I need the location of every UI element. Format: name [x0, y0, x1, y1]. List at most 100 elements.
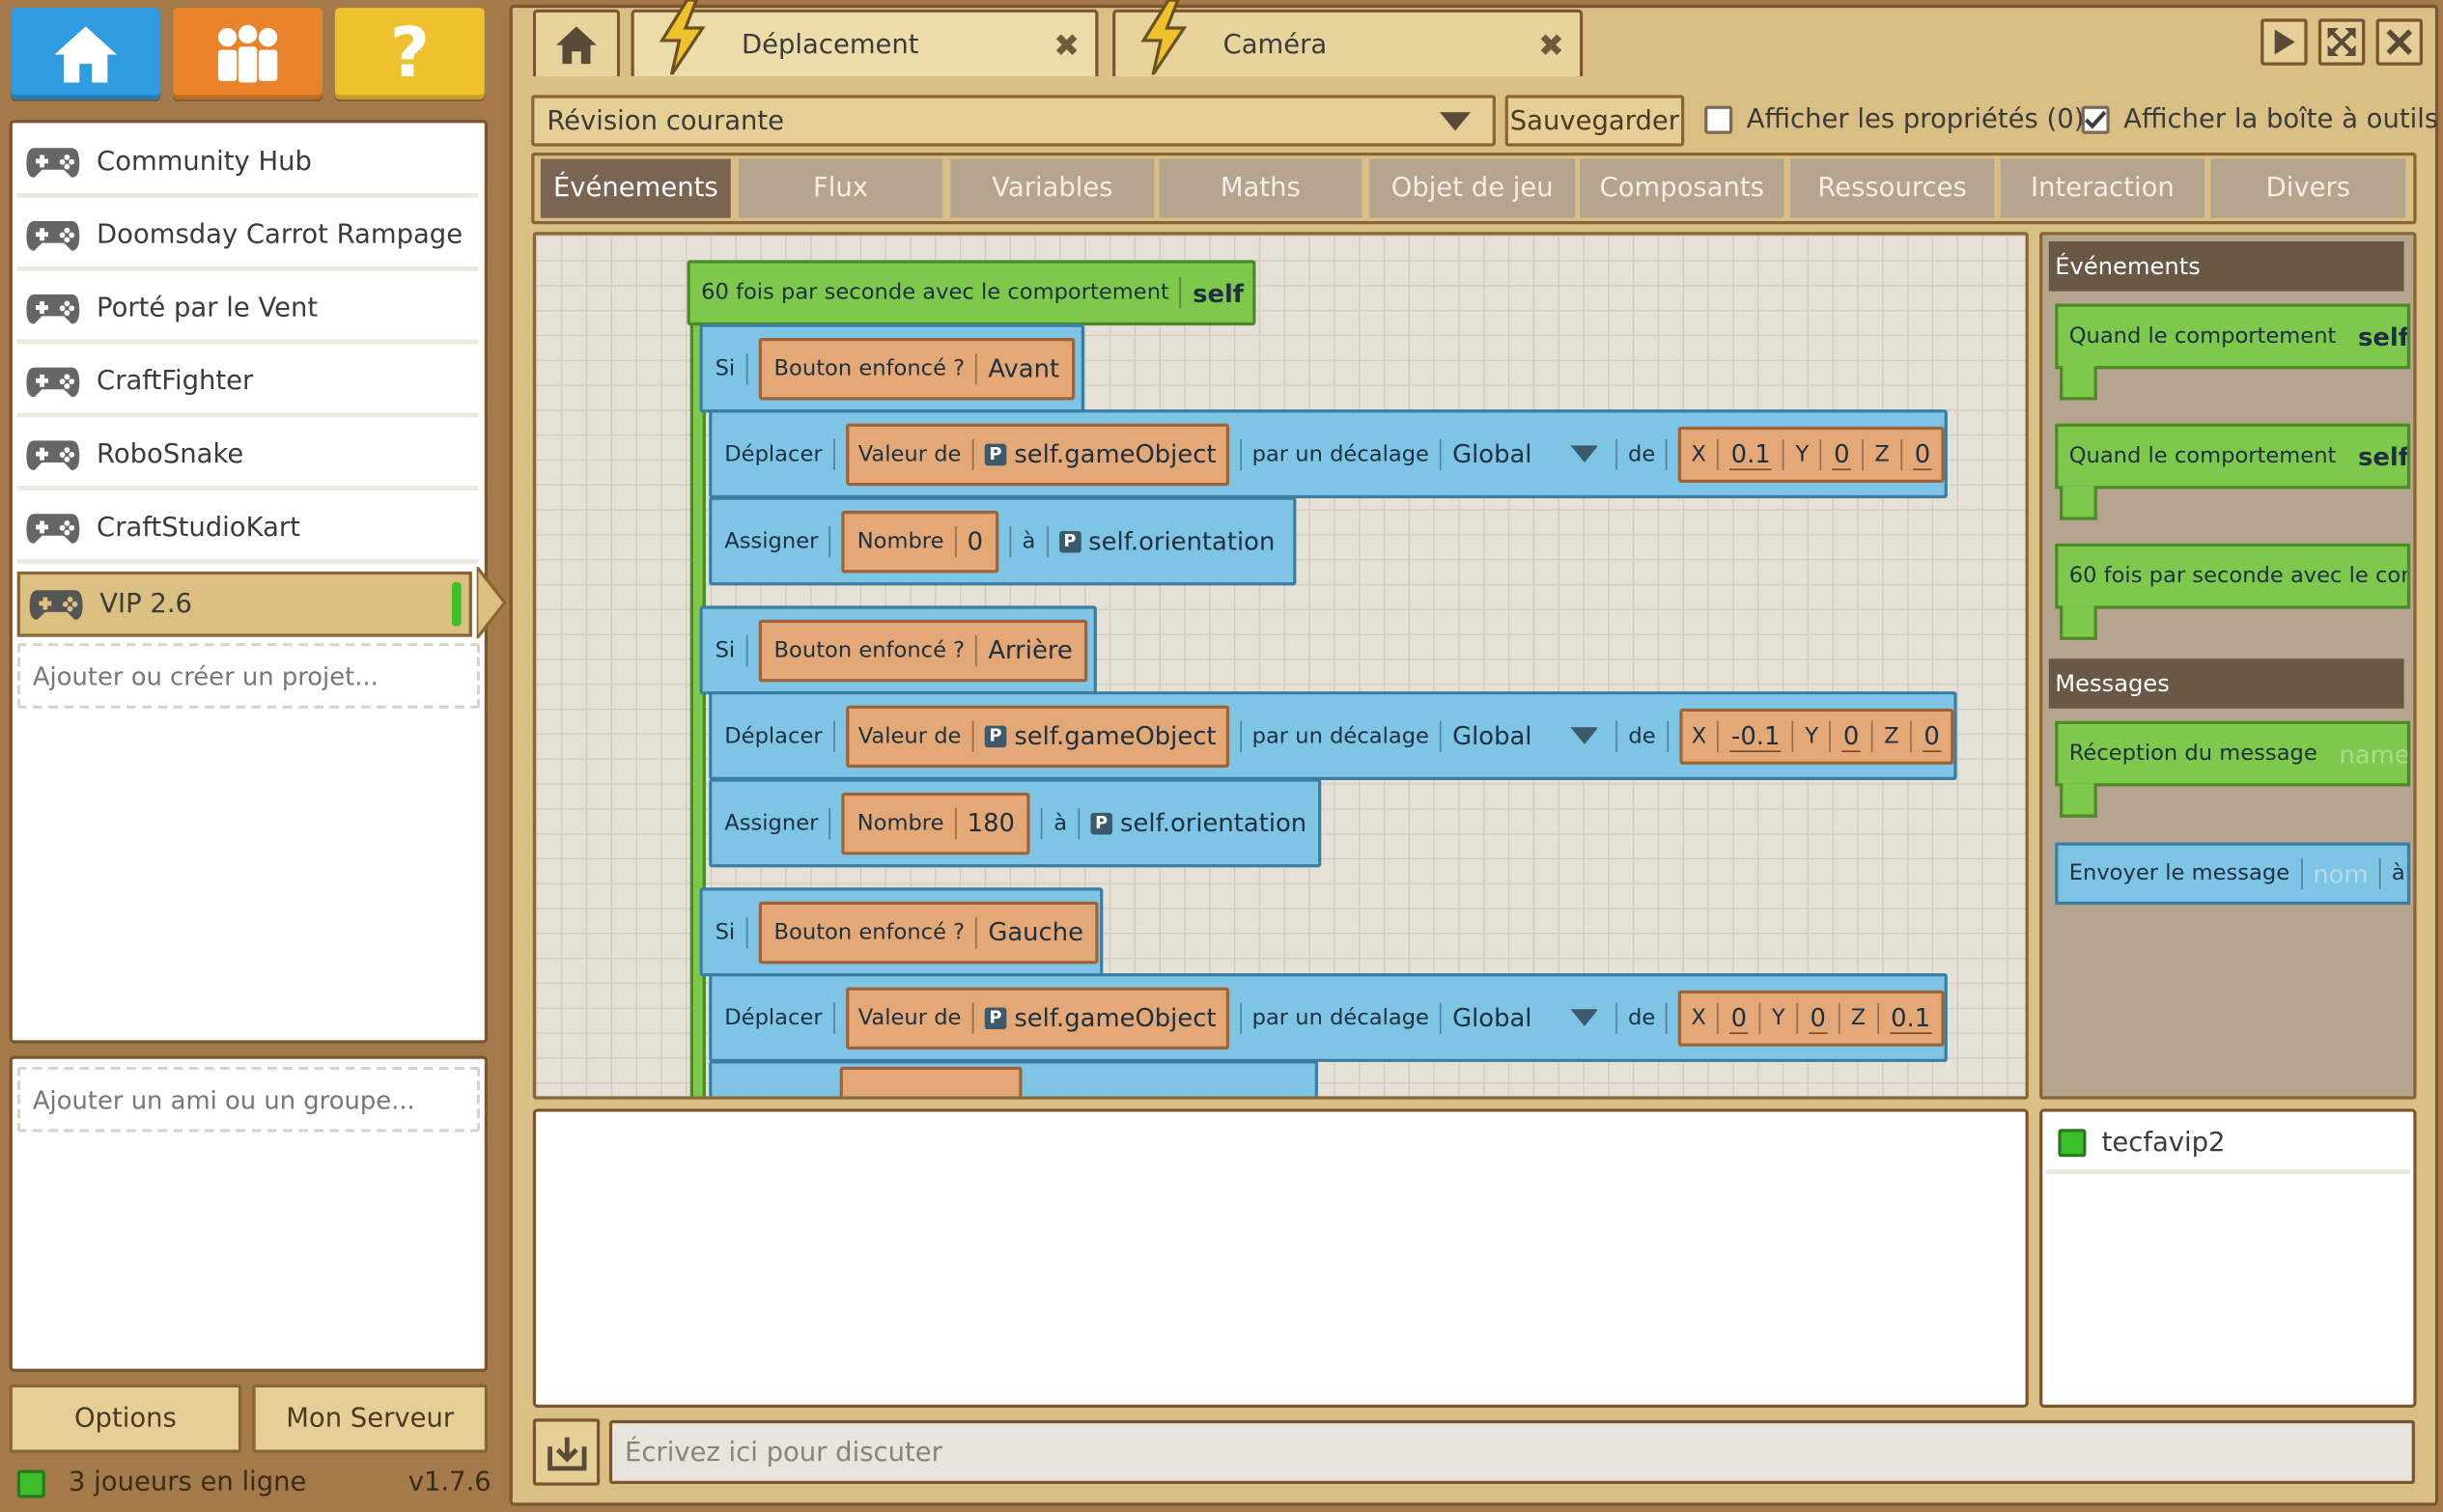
community-button[interactable] — [173, 8, 323, 100]
close-icon[interactable]: ✖ — [1053, 26, 1080, 64]
space-select[interactable]: Global — [1452, 1003, 1570, 1033]
project-item[interactable]: Doomsday Carrot Rampage — [16, 203, 479, 271]
move-block[interactable]: Déplacer Valeur de Pself.gameObject par u… — [709, 691, 1957, 781]
button-name: Gauche — [988, 916, 1083, 947]
value-of-label: Valeur de — [857, 441, 962, 467]
online-status: 3 joueurs en ligne — [68, 1467, 307, 1498]
project-label: RoboSnake — [97, 438, 244, 470]
save-button[interactable]: Sauvegarder — [1504, 95, 1685, 147]
project-item-selected[interactable]: VIP 2.6 — [16, 571, 472, 637]
button-pressed-block[interactable]: Bouton enfoncé ? Gauche — [758, 901, 1100, 964]
my-server-button[interactable]: Mon Serveur — [252, 1384, 489, 1453]
chevron-down-icon — [1439, 112, 1472, 131]
show-toolbox-checkbox[interactable] — [2081, 105, 2110, 134]
user-name: tecfavip2 — [2101, 1127, 2226, 1159]
tab-home[interactable] — [532, 9, 621, 77]
y-value[interactable]: 0 — [1832, 438, 1852, 470]
tab-evenements[interactable]: Événements — [540, 158, 731, 218]
chat-input[interactable]: Écrivez ici pour discuter — [608, 1419, 2415, 1484]
play-button[interactable] — [2260, 18, 2308, 66]
button-pressed-block[interactable]: Bouton enfoncé ? Avant — [758, 337, 1076, 400]
value-of-block[interactable]: Valeur de Pself.gameObject — [845, 986, 1229, 1050]
if-block[interactable]: Si Bouton enfoncé ? Gauche — [699, 887, 1104, 977]
y-value[interactable]: 0 — [1841, 720, 1861, 752]
project-item[interactable]: CraftStudioKart — [16, 495, 479, 564]
z-value[interactable]: 0.1 — [1889, 1002, 1932, 1034]
space-select[interactable]: Global — [1452, 439, 1570, 469]
orientation-ref: self.orientation — [1120, 808, 1307, 838]
gamepad-icon — [26, 147, 80, 178]
project-item[interactable]: Porté par le Vent — [16, 275, 479, 345]
close-window-button[interactable] — [2375, 18, 2423, 66]
script-canvas[interactable]: 60 fois par seconde avec le comportement… — [532, 232, 2029, 1100]
tab-label: Caméra — [1222, 29, 1328, 61]
tab-variables[interactable]: Variables — [950, 158, 1155, 218]
if-block[interactable]: Si Bouton enfoncé ? Avant — [699, 323, 1084, 413]
palette-send-message-block[interactable]: Envoyer le message nom à — [2055, 842, 2411, 906]
palette-update-block[interactable]: 60 fois par seconde avec le com — [2055, 543, 2411, 609]
x-value[interactable]: -0.1 — [1729, 720, 1782, 752]
number-block[interactable]: Nombre 0 — [841, 510, 999, 573]
property-icon: P — [984, 442, 1007, 465]
value-of-block[interactable]: Valeur de Pself.gameObject — [845, 704, 1229, 768]
user-item[interactable] — [2045, 1115, 2411, 1175]
vector-block[interactable]: X 0.1 Y 0 Z 0 — [1678, 426, 1945, 483]
tab-resources[interactable]: Ressources — [1789, 158, 1995, 218]
value-of-block[interactable]: Valeur de Pself.gameObject — [845, 422, 1229, 486]
palette-behavior-block[interactable]: Quand le comportement self — [2055, 303, 2411, 370]
close-icon[interactable]: ✖ — [1538, 26, 1564, 64]
project-label: CraftFighter — [97, 365, 254, 397]
help-button[interactable]: ? — [334, 8, 485, 100]
number-block[interactable] — [839, 1066, 1023, 1097]
assign-block[interactable]: Assigner Nombre 0 à Pself.orientation — [709, 496, 1297, 586]
add-project-button[interactable]: Ajouter ou créer un projet... — [16, 643, 480, 709]
vector-block[interactable]: X 0 Y 0 Z 0.1 — [1678, 989, 1945, 1046]
tab-camera[interactable]: Caméra ✖ — [1112, 0, 1584, 77]
property-icon: P — [984, 1006, 1007, 1029]
game-object-ref: self.gameObject — [1014, 438, 1217, 469]
projects-panel: Community Hub Doomsday Carrot Rampage Po… — [9, 120, 489, 1044]
if-label: Si — [715, 355, 736, 381]
assign-block[interactable]: Assigner Nombre 180 à Pself.orientation — [709, 778, 1322, 868]
tab-maths[interactable]: Maths — [1159, 158, 1362, 218]
project-label: Community Hub — [97, 145, 312, 178]
tab-flux[interactable]: Flux — [738, 158, 943, 218]
number-block[interactable]: Nombre 180 — [841, 792, 1031, 854]
vector-block[interactable]: X -0.1 Y 0 Z 0 — [1678, 708, 1954, 765]
download-button[interactable] — [532, 1418, 601, 1486]
revision-select[interactable]: Révision courante — [531, 95, 1496, 147]
options-button[interactable]: Options — [9, 1384, 242, 1453]
palette-behavior-block[interactable]: Quand le comportement self — [2055, 423, 2411, 490]
home-button[interactable] — [11, 8, 161, 100]
show-properties-checkbox[interactable] — [1704, 105, 1733, 134]
z-value[interactable]: 0 — [1922, 720, 1942, 752]
z-value[interactable]: 0 — [1913, 438, 1932, 470]
tab-components[interactable]: Composants — [1580, 158, 1784, 218]
palette-receive-message-block[interactable]: Réception du message name — [2055, 720, 2411, 787]
move-block[interactable]: Déplacer Valeur de Pself.gameObject par u… — [709, 409, 1948, 499]
move-label: Déplacer — [724, 441, 823, 467]
x-value[interactable]: 0 — [1729, 1002, 1749, 1034]
assign-block[interactable] — [709, 1060, 1319, 1097]
tab-misc[interactable]: Divers — [2210, 158, 2406, 218]
project-item[interactable]: CraftFighter — [16, 349, 479, 418]
to-label: à — [1053, 810, 1068, 836]
show-properties-label: Afficher les propriétés (0) — [1746, 104, 2085, 136]
if-block[interactable]: Si Bouton enfoncé ? Arrière — [699, 605, 1097, 695]
event-block[interactable]: 60 fois par seconde avec le comportement… — [687, 260, 1256, 326]
move-block[interactable]: Déplacer Valeur de Pself.gameObject par u… — [709, 973, 1948, 1062]
number-value[interactable]: 180 — [968, 808, 1015, 838]
tab-game-object[interactable]: Objet de jeu — [1369, 158, 1576, 218]
x-value[interactable]: 0.1 — [1729, 438, 1773, 470]
project-item[interactable]: RoboSnake — [16, 422, 479, 491]
button-pressed-block[interactable]: Bouton enfoncé ? Arrière — [758, 619, 1088, 682]
show-toolbox-label: Afficher la boîte à outils — [2123, 104, 2439, 136]
project-item[interactable]: Community Hub — [16, 129, 479, 198]
tab-interaction[interactable]: Interaction — [2000, 158, 2205, 218]
tab-deplacement[interactable]: Déplacement ✖ — [631, 0, 1099, 77]
number-value[interactable]: 0 — [968, 526, 983, 556]
space-select[interactable]: Global — [1452, 721, 1570, 751]
y-value[interactable]: 0 — [1808, 1002, 1828, 1034]
add-friend-button[interactable]: Ajouter un ami ou un groupe... — [16, 1066, 480, 1133]
expand-button[interactable] — [2317, 18, 2366, 66]
